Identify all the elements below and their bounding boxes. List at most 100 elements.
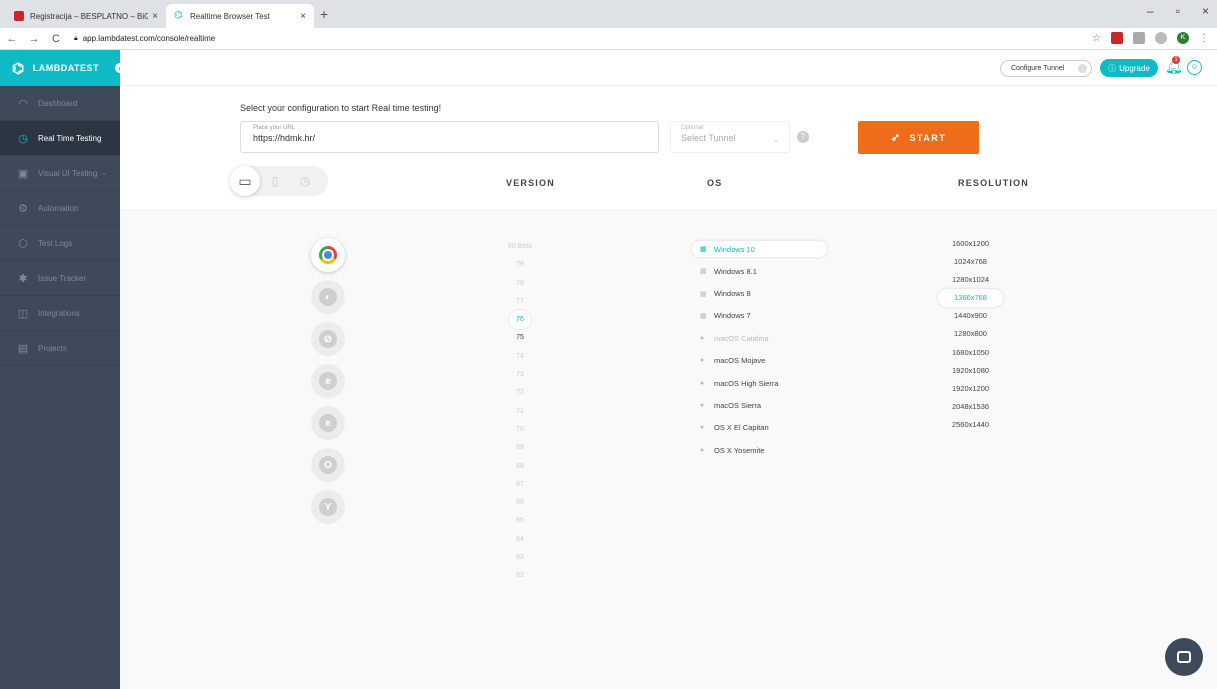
resolution-option[interactable]: 1440x900 xyxy=(938,307,1003,325)
upgrade-label: Upgrade xyxy=(1119,63,1150,73)
forward-icon[interactable]: → xyxy=(24,33,44,45)
maximize-button[interactable]: ▫ xyxy=(1176,4,1180,18)
resolution-option[interactable]: 2560x1440 xyxy=(938,416,1003,434)
help-icon[interactable]: ? xyxy=(797,131,809,143)
resolution-option[interactable]: 2048x1536 xyxy=(938,398,1003,416)
browser-option[interactable]: e xyxy=(311,364,345,398)
config-header: Select your configuration to start Real … xyxy=(120,86,1217,211)
resolution-option[interactable]: 1920x1080 xyxy=(938,362,1003,380)
extension-icon[interactable] xyxy=(1155,32,1167,44)
extension-icon[interactable] xyxy=(1133,32,1145,44)
sidebar-item-visual-ui-testing[interactable]: ▣ Visual UI Testing ⌄ xyxy=(0,156,120,191)
resolution-option[interactable]: 1366x768 xyxy=(938,289,1003,308)
sidebar-item-real-time-testing[interactable]: ◷ Real Time Testing xyxy=(0,121,120,156)
resolution-option[interactable]: 1280x800 xyxy=(938,325,1003,343)
apple-icon: ● xyxy=(700,334,705,342)
sidebar-item-label: Dashboard xyxy=(38,98,78,108)
browser-option[interactable] xyxy=(311,238,345,272)
browser-option[interactable]: ⊘ xyxy=(311,322,345,356)
os-label: Windows 10 xyxy=(714,244,755,254)
extension-icon[interactable] xyxy=(1111,32,1123,44)
star-icon[interactable]: ☆ xyxy=(1092,33,1101,44)
start-button[interactable]: ➶ START xyxy=(858,121,979,154)
apple-icon: ● xyxy=(700,357,705,365)
os-option[interactable]: ▦ Windows 7 xyxy=(692,305,827,327)
version-option[interactable]: 76 xyxy=(509,311,531,330)
os-option[interactable]: ● OS X Yosemite xyxy=(692,439,827,461)
version-option: 72 xyxy=(516,389,524,397)
sidebar-item-label: Issue Tracker xyxy=(38,273,87,283)
os-option[interactable]: ● macOS Mojave xyxy=(692,350,827,372)
os-option[interactable]: ▦ Windows 8.1 xyxy=(692,260,827,282)
new-tab-button[interactable]: + xyxy=(320,6,328,22)
os-label: macOS Mojave xyxy=(714,356,766,366)
sidebar-item-label: Projects xyxy=(38,343,67,353)
resolution-option[interactable]: 1280x1024 xyxy=(938,271,1003,289)
url-input[interactable]: Place your URL https://hdmk.hr/ xyxy=(240,121,659,153)
sidebar-item-dashboard[interactable]: ◠ Dashboard xyxy=(0,86,120,121)
version-option: 78 xyxy=(516,279,524,287)
browser-option[interactable]: O xyxy=(311,448,345,482)
tab-registracija[interactable]: Registracija – BESPLATNO – BiG × xyxy=(6,4,166,28)
integrations-icon: ◫ xyxy=(17,307,29,320)
browser-option[interactable]: e xyxy=(311,406,345,440)
version-option[interactable]: 75 xyxy=(480,329,560,347)
windows-icon: ▦ xyxy=(700,290,707,298)
tunnel-select[interactable]: Optional Select Tunnel ⌄ xyxy=(670,121,790,153)
sidebar-item-projects[interactable]: ▤ Projects xyxy=(0,331,120,366)
address-bar-row: ← → C 🔒︎ app.lambdatest.com/console/real… xyxy=(0,28,1217,50)
resolution-option[interactable]: 1680x1050 xyxy=(938,344,1003,362)
os-label: Windows 7 xyxy=(714,311,751,321)
menu-icon[interactable]: ⋮ xyxy=(1199,33,1209,44)
browser-option[interactable]: ◐ xyxy=(311,280,345,314)
tunnel-select-label: Optional xyxy=(681,125,704,131)
os-option[interactable]: ▦ Windows 10 xyxy=(692,241,827,257)
url-input-value: https://hdmk.hr/ xyxy=(253,133,316,143)
version-option: 71 xyxy=(516,407,524,415)
browser-option[interactable]: Y xyxy=(311,490,345,524)
brand-logo[interactable]: ⌬ LAMBDATEST ‹ xyxy=(0,50,126,86)
apple-icon: ● xyxy=(700,446,705,454)
sidebar-item-test-logs[interactable]: ⬡ Test Logs xyxy=(0,226,120,261)
upgrade-button[interactable]: ⓘ Upgrade xyxy=(1100,59,1158,77)
sidebar-item-label: Automation xyxy=(38,203,79,213)
resolution-option[interactable]: 1024x768 xyxy=(938,253,1003,271)
reload-icon[interactable]: C xyxy=(46,33,66,45)
os-option[interactable]: ● macOS Sierra xyxy=(692,394,827,416)
browser-list: ◐ ⊘ e e O Y xyxy=(311,238,345,532)
brand-name: LAMBDATEST xyxy=(32,63,100,73)
close-window-button[interactable]: × xyxy=(1202,4,1209,18)
safari-icon: ⊘ xyxy=(319,330,337,348)
desktop-icon[interactable]: ▭ xyxy=(230,166,260,196)
sidebar-item-automation[interactable]: ⚙ Automation xyxy=(0,191,120,226)
profile-avatar[interactable]: K xyxy=(1177,32,1189,44)
close-tab-icon[interactable]: × xyxy=(152,11,158,22)
tab-realtime-browser-test[interactable]: ⌬ Realtime Browser Test × xyxy=(166,4,314,28)
windows-icon: ▦ xyxy=(700,268,707,276)
os-option[interactable]: ▦ Windows 8 xyxy=(692,282,827,304)
resolution-option[interactable]: 1600x1200 xyxy=(938,235,1003,253)
yandex-icon: Y xyxy=(319,498,337,516)
minimize-button[interactable]: – xyxy=(1147,4,1154,18)
os-option[interactable]: ● macOS High Sierra xyxy=(692,372,827,394)
chrome-icon xyxy=(319,246,337,264)
configure-tunnel-toggle[interactable]: Configure Tunnel xyxy=(1000,60,1092,77)
close-tab-icon[interactable]: × xyxy=(300,11,306,22)
sidebar-item-issue-tracker[interactable]: ✱ Issue Tracker xyxy=(0,261,120,296)
back-icon[interactable]: ← xyxy=(2,33,22,45)
url-bar[interactable]: 🔒︎ app.lambdatest.com/console/realtime xyxy=(74,34,215,43)
sidebar-item-integrations[interactable]: ◫ Integrations xyxy=(0,296,120,331)
apple-icon: ● xyxy=(700,379,705,387)
resolution-option[interactable]: 1920x1200 xyxy=(938,380,1003,398)
history-icon[interactable]: ◷ xyxy=(290,166,320,196)
mobile-icon[interactable]: ▯ xyxy=(260,166,290,196)
chevron-down-icon: ⌄ xyxy=(101,170,108,177)
edge-icon: e xyxy=(319,414,337,432)
chat-widget-button[interactable] xyxy=(1165,638,1203,676)
sidebar: ⌬ LAMBDATEST ‹ ◠ Dashboard ◷ Real Time T… xyxy=(0,50,126,689)
sidebar-item-label: Real Time Testing xyxy=(38,133,102,143)
rocket-icon: ➶ xyxy=(890,132,902,144)
user-icon[interactable]: ☺ xyxy=(1187,60,1202,75)
os-option[interactable]: ● OS X El Capitan xyxy=(692,417,827,439)
version-option: 80 Beta xyxy=(507,243,533,250)
